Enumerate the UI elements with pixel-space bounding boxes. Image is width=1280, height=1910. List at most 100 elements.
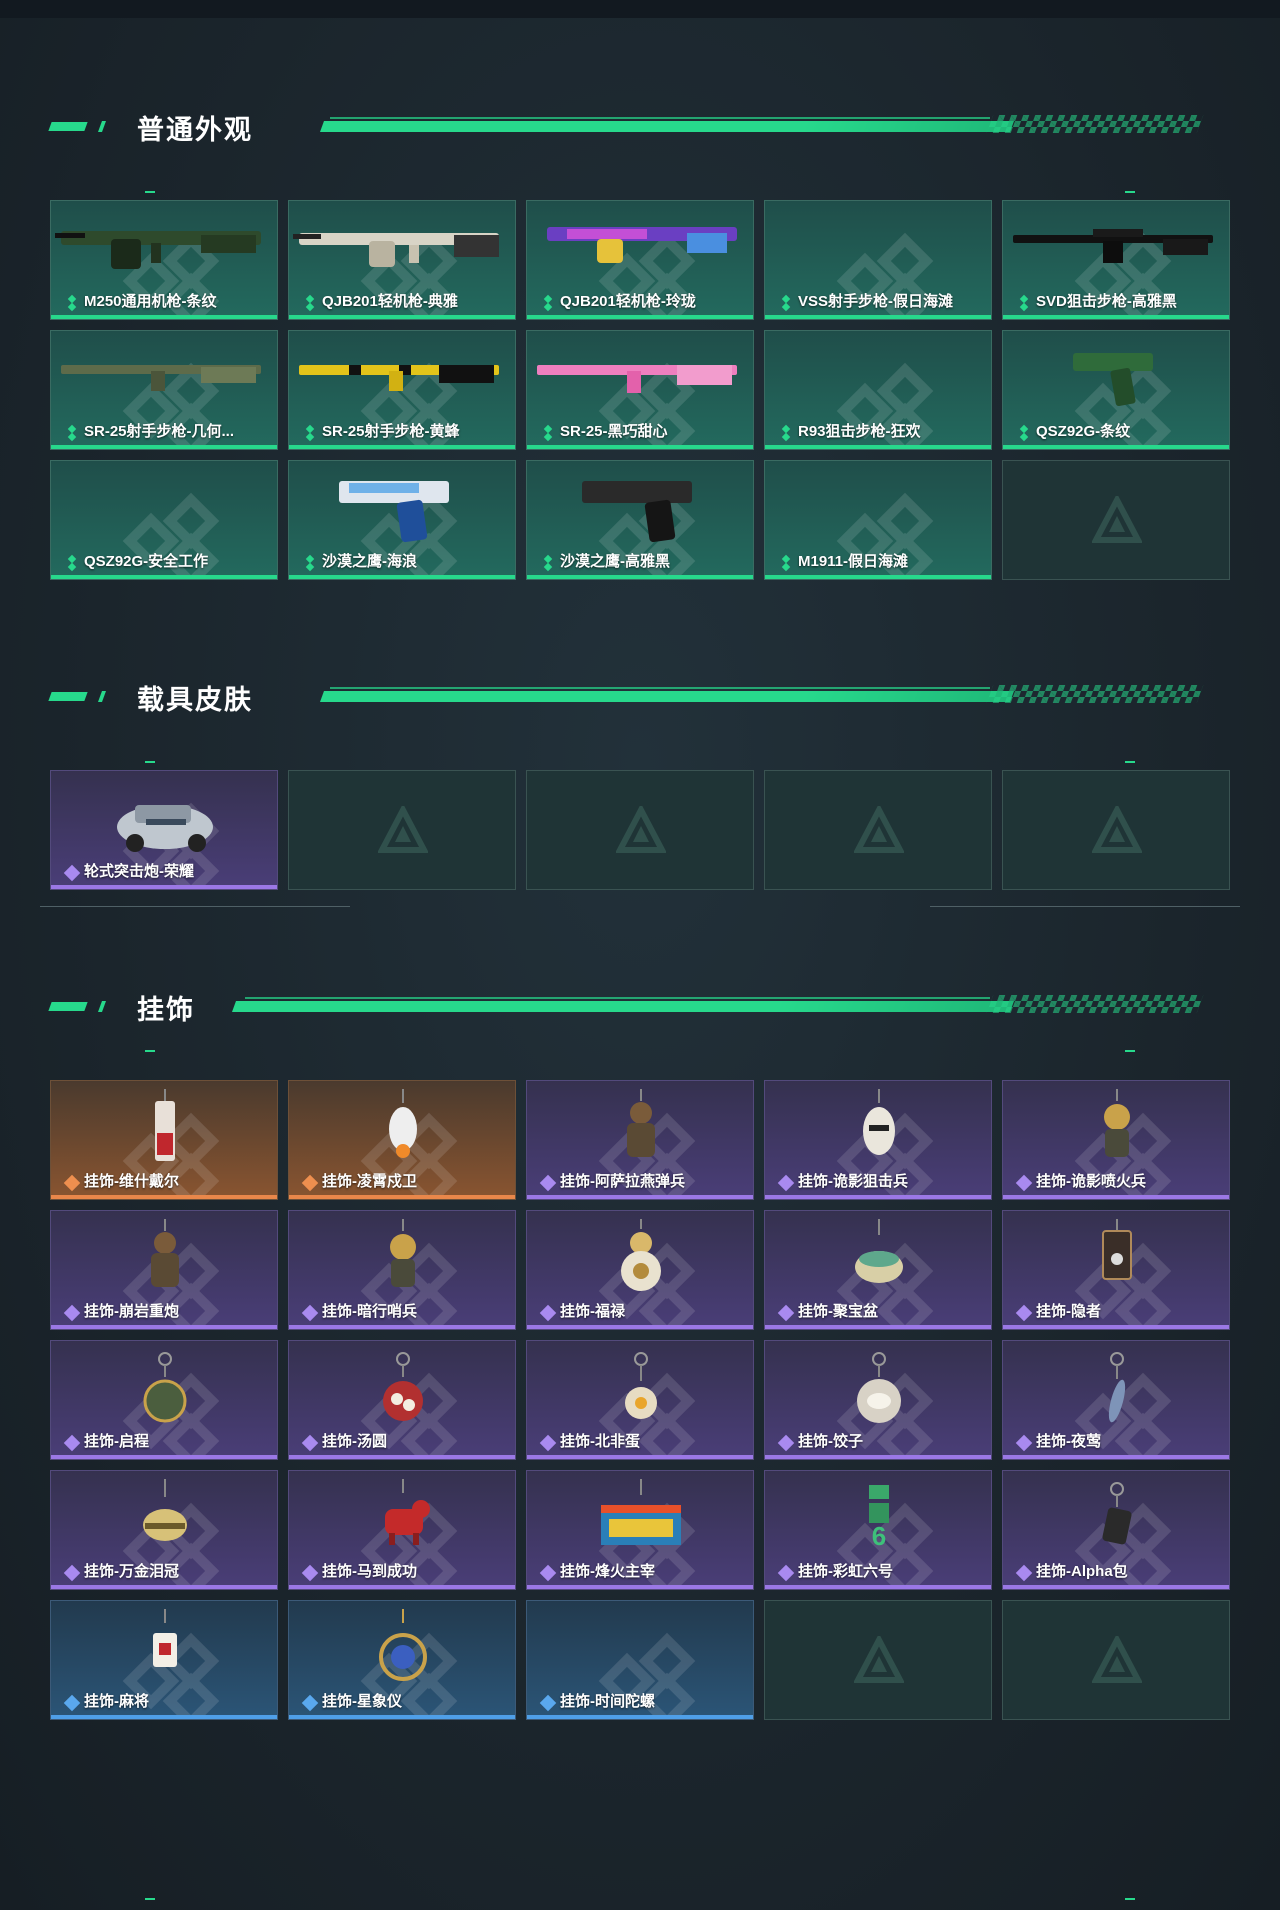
empty-slot xyxy=(1002,460,1230,580)
rarity-icon xyxy=(305,294,319,312)
item-card[interactable]: QJB201轻机枪-典雅 xyxy=(288,200,516,320)
rarity-icon xyxy=(781,424,795,442)
corner-tick xyxy=(1125,1050,1135,1052)
rarity-icon xyxy=(543,554,557,572)
rarity-icon xyxy=(539,1304,557,1322)
item-card[interactable]: 挂饰-聚宝盆 xyxy=(764,1210,992,1330)
item-card[interactable]: 挂饰-福禄 xyxy=(526,1210,754,1330)
item-art xyxy=(621,1219,661,1291)
item-art xyxy=(1104,1089,1130,1157)
item-card[interactable]: QSZ92G-条纹 xyxy=(1002,330,1230,450)
rarity-icon xyxy=(63,864,81,882)
corner-tick xyxy=(1125,191,1135,193)
rarity-icon xyxy=(539,1174,557,1192)
rarity-bar xyxy=(527,315,753,319)
rarity-bar xyxy=(527,1195,753,1199)
charms-grid: 挂饰-维什戴尔 挂饰-凌霄戍卫 挂饰-阿萨拉燕弹兵 挂饰-诡影狙击兵 挂饰-诡影喷火兵挂… xyxy=(50,1080,1230,1720)
item-art xyxy=(1108,1352,1126,1423)
item-card[interactable]: SVD狙击步枪-高雅黑 xyxy=(1002,200,1230,320)
item-card[interactable]: 挂饰-饺子 xyxy=(764,1340,992,1460)
item-card[interactable]: 挂饰-暗行哨兵 xyxy=(288,1210,516,1330)
item-label: 挂饰-北非蛋 xyxy=(560,1433,640,1450)
item-card[interactable]: VSS射手步枪-假日海滩 xyxy=(764,200,992,320)
item-card[interactable]: 沙漠之鹰-海浪 xyxy=(288,460,516,580)
rarity-bar xyxy=(1003,445,1229,449)
item-card[interactable]: 挂饰-星象仪 xyxy=(288,1600,516,1720)
item-card[interactable]: 沙漠之鹰-高雅黑 xyxy=(526,460,754,580)
rarity-bar xyxy=(289,445,515,449)
item-card[interactable]: 挂饰-阿萨拉燕弹兵 xyxy=(526,1080,754,1200)
item-card[interactable]: SR-25射手步枪-几何... xyxy=(50,330,278,450)
item-card[interactable]: 挂饰-万金泪冠 xyxy=(50,1470,278,1590)
rarity-bar xyxy=(289,1325,515,1329)
item-card[interactable]: R93狙击步枪-狂欢 xyxy=(764,330,992,450)
rarity-icon xyxy=(543,294,557,312)
header-thin-line xyxy=(330,117,990,119)
item-card[interactable]: SR-25-黑巧甜心 xyxy=(526,330,754,450)
rarity-bar xyxy=(289,1455,515,1459)
item-label: 挂饰-维什戴尔 xyxy=(84,1173,179,1190)
empty-slot xyxy=(1002,1600,1230,1720)
rarity-bar xyxy=(1003,1325,1229,1329)
rarity-icon xyxy=(781,294,795,312)
item-card[interactable]: 挂饰-Alpha包 xyxy=(1002,1470,1230,1590)
rarity-bar xyxy=(527,1715,753,1719)
item-label: 挂饰-启程 xyxy=(84,1433,149,1450)
item-card[interactable]: 轮式突击炮-荣耀 xyxy=(50,770,278,890)
item-card[interactable]: 挂饰-夜莺 xyxy=(1002,1340,1230,1460)
rarity-bar xyxy=(51,315,277,319)
rarity-bar xyxy=(289,1195,515,1199)
placeholder-logo-icon xyxy=(854,806,904,853)
item-card[interactable]: QSZ92G-安全工作 xyxy=(50,460,278,580)
rarity-bar xyxy=(289,1715,515,1719)
item-label: 挂饰-凌霄戍卫 xyxy=(322,1173,417,1190)
item-card[interactable]: 挂饰-北非蛋 xyxy=(526,1340,754,1460)
item-label: QSZ92G-安全工作 xyxy=(84,553,209,570)
rarity-icon xyxy=(1015,1174,1033,1192)
item-card[interactable]: 挂饰-诡影喷火兵 xyxy=(1002,1080,1230,1200)
item-art xyxy=(625,1352,657,1419)
rarity-icon xyxy=(1019,424,1033,442)
corner-tick xyxy=(145,191,155,193)
item-card[interactable]: 挂饰-麻将 xyxy=(50,1600,278,1720)
rarity-bar xyxy=(51,1325,277,1329)
item-card[interactable]: SR-25射手步枪-黄蜂 xyxy=(288,330,516,450)
item-art xyxy=(390,1219,416,1287)
item-card[interactable]: QJB201轻机枪-玲珑 xyxy=(526,200,754,320)
rarity-bar xyxy=(765,1325,991,1329)
item-art xyxy=(155,1089,175,1161)
item-card[interactable]: 挂饰-烽火主宰 xyxy=(526,1470,754,1590)
rarity-bar xyxy=(765,575,991,579)
rarity-icon xyxy=(539,1434,557,1452)
item-label: QJB201轻机枪-典雅 xyxy=(322,293,458,310)
item-card[interactable]: 6 挂饰-彩虹六号 xyxy=(764,1470,992,1590)
rarity-bar xyxy=(51,1195,277,1199)
item-card[interactable]: M250通用机枪-条纹 xyxy=(50,200,278,320)
header-dash xyxy=(97,121,107,132)
item-card[interactable]: 挂饰-马到成功 xyxy=(288,1470,516,1590)
item-card[interactable]: 挂饰-维什戴尔 xyxy=(50,1080,278,1200)
item-card[interactable]: 挂饰-凌霄戍卫 xyxy=(288,1080,516,1200)
empty-slot xyxy=(526,770,754,890)
placeholder-logo-icon xyxy=(854,1636,904,1683)
item-card[interactable]: 挂饰-启程 xyxy=(50,1340,278,1460)
item-label: 挂饰-饺子 xyxy=(798,1433,863,1450)
item-art xyxy=(143,1479,187,1541)
item-card[interactable]: 挂饰-崩岩重炮 xyxy=(50,1210,278,1330)
item-label: 挂饰-诡影喷火兵 xyxy=(1036,1173,1146,1190)
item-label: 轮式突击炮-荣耀 xyxy=(84,863,194,880)
item-label: M250通用机枪-条纹 xyxy=(84,293,217,310)
rarity-icon xyxy=(63,1304,81,1322)
svg-text:6: 6 xyxy=(872,1521,886,1551)
rarity-icon xyxy=(305,424,319,442)
item-card[interactable]: 挂饰-隐者 xyxy=(1002,1210,1230,1330)
corner-tick xyxy=(1125,1898,1135,1900)
item-card[interactable]: 挂饰-诡影狙击兵 xyxy=(764,1080,992,1200)
item-card[interactable]: M1911-假日海滩 xyxy=(764,460,992,580)
item-card[interactable]: 挂饰-时间陀螺 xyxy=(526,1600,754,1720)
rarity-bar xyxy=(527,1325,753,1329)
item-card[interactable]: 挂饰-汤圆 xyxy=(288,1340,516,1460)
weapon-skins-grid: M250通用机枪-条纹 QJB201轻机枪-典雅 QJB201轻机枪-玲珑 VSS射手… xyxy=(50,200,1230,580)
rarity-icon xyxy=(301,1434,319,1452)
corner-tick xyxy=(145,761,155,763)
